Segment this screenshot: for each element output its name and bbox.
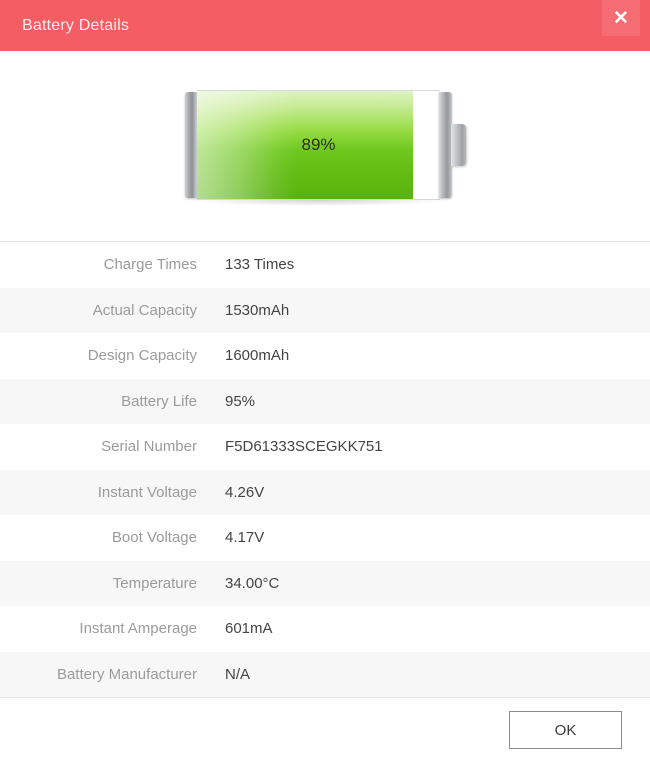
detail-row: Design Capacity 1600mAh bbox=[0, 333, 650, 379]
detail-label: Battery Manufacturer bbox=[56, 665, 197, 683]
detail-row: Instant Voltage 4.26V bbox=[0, 469, 650, 515]
battery-graphic-area: 89% bbox=[0, 51, 650, 241]
dialog-title: Battery Details bbox=[22, 16, 130, 34]
detail-label: Temperature bbox=[112, 574, 197, 592]
detail-row: Serial Number F5D61333SCEGKK751 bbox=[0, 424, 650, 470]
detail-label: Charge Times bbox=[103, 256, 197, 274]
detail-label: Actual Capacity bbox=[92, 301, 197, 319]
battery-shell: 89% bbox=[197, 90, 440, 200]
detail-value: 4.17V bbox=[225, 529, 265, 547]
detail-row: Battery Manufacturer N/A bbox=[0, 651, 650, 697]
close-button[interactable]: ✕ bbox=[602, 0, 640, 36]
close-icon: ✕ bbox=[613, 7, 629, 29]
detail-label: Battery Life bbox=[121, 392, 197, 410]
detail-value: N/A bbox=[225, 665, 251, 683]
detail-value: 4.26V bbox=[225, 483, 265, 501]
battery-terminal-icon bbox=[451, 124, 466, 166]
detail-label: Instant Amperage bbox=[79, 620, 197, 638]
battery-percent-label: 89% bbox=[301, 135, 336, 154]
dialog-titlebar: Battery Details ✕ bbox=[0, 0, 650, 51]
detail-row: Actual Capacity 1530mAh bbox=[0, 287, 650, 333]
detail-value: 34.00°C bbox=[225, 574, 280, 592]
detail-row: Boot Voltage 4.17V bbox=[0, 515, 650, 561]
battery-indicator: 89% bbox=[185, 90, 466, 206]
ok-button[interactable]: OK bbox=[509, 711, 622, 749]
detail-row: Instant Amperage 601mA bbox=[0, 606, 650, 652]
detail-label: Design Capacity bbox=[87, 347, 197, 365]
detail-row: Temperature 34.00°C bbox=[0, 560, 650, 606]
battery-details-list: Charge Times 133 Times Actual Capacity 1530… bbox=[0, 241, 650, 697]
detail-label: Serial Number bbox=[101, 438, 197, 456]
battery-drop-shadow bbox=[193, 200, 445, 206]
detail-value: 133 Times bbox=[225, 256, 295, 274]
detail-value: 1600mAh bbox=[225, 347, 290, 365]
detail-row: Battery Life 95% bbox=[0, 378, 650, 424]
detail-label: Instant Voltage bbox=[97, 483, 197, 501]
detail-value: 1530mAh bbox=[225, 301, 290, 319]
detail-value: 601mA bbox=[225, 620, 273, 638]
battery-details-dialog: Battery Details ✕ 89% Charge Times 133 Ti… bbox=[0, 0, 650, 763]
detail-value: 95% bbox=[225, 392, 256, 410]
detail-row: Charge Times 133 Times bbox=[0, 242, 650, 288]
detail-label: Boot Voltage bbox=[111, 529, 197, 547]
dialog-footer: OK bbox=[0, 697, 650, 763]
detail-value: F5D61333SCEGKK751 bbox=[225, 438, 383, 456]
